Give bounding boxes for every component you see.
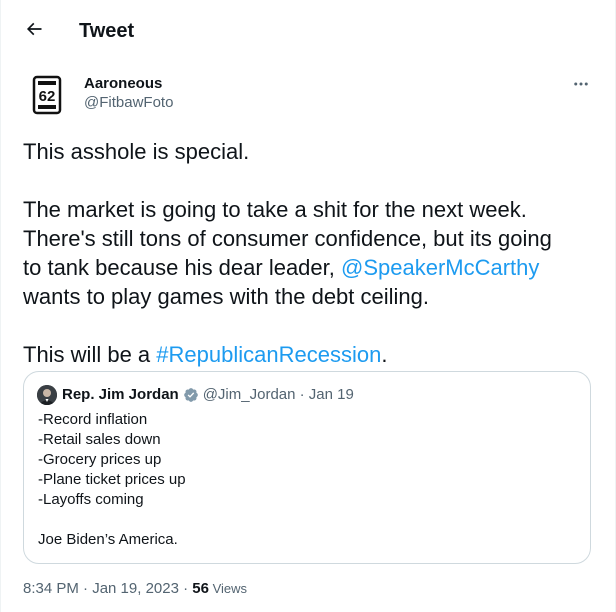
tweet-text-segment: to tank because his dear leader,: [23, 255, 341, 280]
quoted-line: -Retail sales down: [38, 431, 161, 448]
author-handle[interactable]: @FitbawFoto: [84, 94, 173, 112]
quoted-line: -Layoffs coming: [38, 491, 144, 508]
quoted-author-handle-time: @Jim_Jordan · Jan 19: [202, 386, 354, 403]
tweet-line: The market is going to take a shit for t…: [23, 197, 527, 222]
verified-badge-icon: [183, 388, 198, 402]
tweet-line: to tank because his dear leader, @Speake…: [23, 253, 593, 282]
more-horizontal-icon: [574, 82, 588, 86]
quoted-line: Joe Biden’s America.: [38, 531, 178, 548]
hashtag-link[interactable]: #RepublicanRecession: [156, 342, 381, 367]
quoted-line: -Record inflation: [38, 411, 148, 428]
person-avatar-icon: [37, 385, 57, 405]
views-count: 56: [192, 580, 209, 597]
tweet-page: Tweet 62 Aaroneous @FitbawFoto This assh…: [0, 0, 616, 612]
logo-badge-icon: 62: [32, 75, 62, 115]
page-title: Tweet: [79, 20, 135, 42]
quoted-author-avatar: [37, 385, 57, 405]
quoted-line: -Plane ticket prices up: [38, 471, 186, 488]
author-avatar[interactable]: 62: [23, 71, 71, 119]
arrow-left-icon: [26, 22, 42, 36]
avatar-logo-text: 62: [39, 88, 56, 105]
quoted-tweet-text: -Record inflation -Retail sales down -Gr…: [38, 410, 578, 550]
quoted-line: -Grocery prices up: [38, 451, 162, 468]
tweet-line: This will be a #RepublicanRecession.: [23, 340, 593, 369]
tweet-line: There's still tons of consumer confidenc…: [23, 226, 552, 251]
quoted-tweet[interactable]: Rep. Jim Jordan @Jim_Jordan · Jan 19 -Re…: [23, 371, 591, 564]
more-options-button[interactable]: [567, 70, 595, 98]
quoted-author-name: Rep. Jim Jordan: [62, 386, 179, 403]
tweet-timestamp[interactable]: 8:34 PM · Jan 19, 2023 ·: [23, 580, 192, 597]
tweet-text-segment: This will be a: [23, 342, 157, 367]
tweet-line: wants to play games with the debt ceilin…: [23, 284, 430, 309]
top-bar: Tweet: [1, 0, 615, 60]
tweet-text-segment: .: [381, 342, 388, 367]
tweet-metadata: 8:34 PM · Jan 19, 2023 · 56 Views: [23, 580, 247, 598]
views-label: Views: [208, 581, 248, 596]
tweet-line: This asshole is special.: [23, 139, 250, 164]
tweet-text: This asshole is special. The market is g…: [23, 137, 593, 369]
author-name[interactable]: Aaroneous: [84, 75, 162, 93]
quoted-tweet-header: Rep. Jim Jordan @Jim_Jordan · Jan 19: [62, 386, 354, 404]
back-button[interactable]: [17, 12, 51, 46]
mention-link[interactable]: @SpeakerMcCarthy: [341, 255, 539, 280]
